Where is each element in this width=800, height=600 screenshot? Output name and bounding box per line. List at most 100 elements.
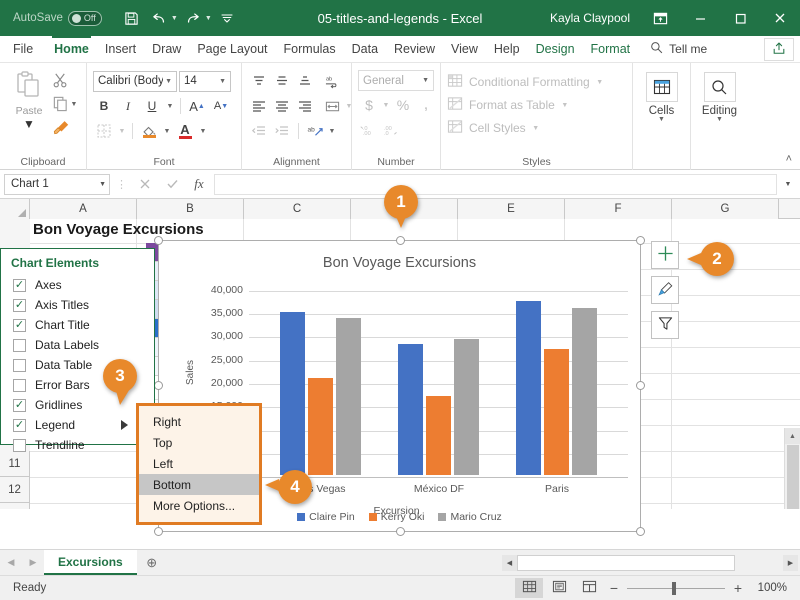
tab-draw[interactable]: Draw xyxy=(144,36,189,62)
orientation-icon[interactable]: ab xyxy=(304,121,326,142)
column-header-g[interactable]: G xyxy=(672,199,779,219)
italic-button[interactable]: I xyxy=(117,96,139,117)
cell-styles-button[interactable]: Cell Styles ▼ xyxy=(447,117,605,139)
scroll-left-icon[interactable]: ◀ xyxy=(502,554,517,571)
tab-format[interactable]: Format xyxy=(583,36,639,62)
chart-styles-button[interactable] xyxy=(651,276,679,304)
decrease-indent-icon[interactable] xyxy=(248,121,270,142)
zoom-slider-knob[interactable] xyxy=(672,581,676,595)
undo-dropdown-icon[interactable]: ▼ xyxy=(171,15,178,22)
accounting-format-button[interactable]: $ xyxy=(358,95,380,116)
bar-mario-cruz-paris[interactable] xyxy=(572,308,597,475)
legend-item-claire-pin[interactable]: Claire Pin xyxy=(297,511,355,523)
chart-element-axis-titles[interactable]: ✓ Axis Titles xyxy=(1,295,154,315)
row-header-12[interactable]: 12 xyxy=(0,477,30,503)
align-top-icon[interactable] xyxy=(248,71,270,92)
formula-input[interactable] xyxy=(214,173,777,195)
tab-design[interactable]: Design xyxy=(528,36,583,62)
underline-dropdown-icon[interactable]: ▼ xyxy=(165,103,175,110)
column-header-c[interactable]: C xyxy=(244,199,351,219)
chart-elements-button[interactable] xyxy=(651,241,679,269)
resize-handle-top-right[interactable] xyxy=(636,236,645,245)
autosave-control[interactable]: AutoSave Off xyxy=(13,10,102,26)
merge-and-center-icon[interactable] xyxy=(321,96,343,117)
copy-button[interactable]: ▼ xyxy=(52,94,79,115)
horizontal-scroll-thumb[interactable] xyxy=(517,554,735,571)
fill-color-icon[interactable] xyxy=(138,121,160,142)
font-size-combo[interactable]: 14 ▼ xyxy=(179,70,231,92)
legend-item-mario-cruz[interactable]: Mario Cruz xyxy=(438,511,502,523)
share-button[interactable] xyxy=(764,37,794,61)
underline-button[interactable]: U xyxy=(141,96,163,117)
chart-elements-panel[interactable]: Chart Elements ✓ Axes ✓ Axis Titles ✓ Ch… xyxy=(0,248,155,452)
bar-claire-pin-mexico-df[interactable] xyxy=(398,343,423,475)
conditional-formatting-button[interactable]: Conditional Formatting ▼ xyxy=(447,71,605,93)
chart-element-axes[interactable]: ✓ Axes xyxy=(1,275,154,295)
cancel-icon[interactable] xyxy=(133,174,157,195)
align-center-icon[interactable] xyxy=(271,96,293,117)
previous-sheet-icon[interactable]: ◀ xyxy=(0,550,22,575)
checkbox-data-labels[interactable] xyxy=(13,338,26,352)
tab-review[interactable]: Review xyxy=(386,36,443,62)
align-left-icon[interactable] xyxy=(248,96,270,117)
checkbox-trendline[interactable] xyxy=(13,438,26,452)
undo-icon[interactable] xyxy=(147,6,171,30)
align-bottom-icon[interactable] xyxy=(294,71,316,92)
cell-a1[interactable]: Bon Voyage Excursions xyxy=(33,221,204,238)
restore-icon[interactable] xyxy=(720,0,760,36)
chevron-down-icon[interactable]: ▼ xyxy=(531,125,541,132)
chart-element-trendline[interactable]: Trendline xyxy=(1,435,154,455)
chart-element-data-labels[interactable]: Data Labels xyxy=(1,335,154,355)
cells-button[interactable]: Cells ▼ xyxy=(639,67,684,154)
page-layout-view-button[interactable] xyxy=(545,578,573,598)
bar-mario-cruz-las-vegas[interactable] xyxy=(336,317,361,475)
legend-more-options[interactable]: More Options... xyxy=(139,495,259,516)
horizontal-scroll-track[interactable] xyxy=(517,554,783,571)
chart-title[interactable]: Bon Voyage Excursions xyxy=(159,255,640,271)
minimize-icon[interactable] xyxy=(680,0,720,36)
zoom-level-label[interactable]: 100% xyxy=(749,582,787,594)
column-header-a[interactable]: A xyxy=(30,199,137,219)
autosave-toggle[interactable]: Off xyxy=(67,10,102,26)
tab-home[interactable]: Home xyxy=(46,35,97,62)
save-icon[interactable] xyxy=(120,6,144,30)
column-header-e[interactable]: E xyxy=(458,199,565,219)
checkbox-gridlines[interactable]: ✓ xyxy=(13,398,26,412)
tab-data[interactable]: Data xyxy=(344,36,386,62)
expand-formula-bar-icon[interactable]: ▼ xyxy=(780,174,796,195)
bar-claire-pin-paris[interactable] xyxy=(516,300,541,475)
checkbox-axis-titles[interactable]: ✓ xyxy=(13,298,26,312)
align-right-icon[interactable] xyxy=(294,96,316,117)
insert-function-icon[interactable]: fx xyxy=(187,174,211,195)
tell-me-box[interactable]: Tell me xyxy=(650,36,707,62)
checkbox-error-bars[interactable] xyxy=(13,378,26,392)
align-middle-icon[interactable] xyxy=(271,71,293,92)
format-painter-button[interactable] xyxy=(52,117,79,138)
tab-page-layout[interactable]: Page Layout xyxy=(189,36,275,62)
copy-dropdown-icon[interactable]: ▼ xyxy=(69,101,79,108)
grow-font-button[interactable]: A ▲ xyxy=(186,96,208,117)
legend-position-top[interactable]: Top xyxy=(139,433,259,454)
chart-element-gridlines[interactable]: ✓ Gridlines xyxy=(1,395,154,415)
borders-icon[interactable] xyxy=(93,121,115,142)
legend-item-kerry-oki[interactable]: Kerry Oki xyxy=(368,511,424,523)
chart-element-legend[interactable]: ✓ Legend xyxy=(1,415,154,435)
tab-insert[interactable]: Insert xyxy=(97,36,144,62)
paste-button[interactable]: Paste ▼ xyxy=(6,67,52,154)
zoom-slider[interactable] xyxy=(627,581,725,595)
number-format-combo[interactable]: General ▼ xyxy=(358,70,434,91)
increase-indent-icon[interactable] xyxy=(271,121,293,142)
chart-element-chart-title[interactable]: ✓ Chart Title xyxy=(1,315,154,335)
vertical-scrollbar[interactable]: ▲ xyxy=(784,428,800,509)
tab-file[interactable]: File xyxy=(0,36,46,62)
format-as-table-button[interactable]: Format as Table ▼ xyxy=(447,94,605,116)
scroll-up-icon[interactable]: ▲ xyxy=(784,428,800,444)
bar-kerry-oki-las-vegas[interactable] xyxy=(308,377,333,475)
fill-color-dropdown-icon[interactable]: ▼ xyxy=(162,128,172,135)
checkbox-chart-title[interactable]: ✓ xyxy=(13,318,26,332)
cells-dropdown-icon[interactable]: ▼ xyxy=(658,116,665,123)
comma-format-button[interactable]: , xyxy=(415,95,437,116)
legend-position-bottom[interactable]: Bottom xyxy=(139,474,259,496)
resize-handle-middle-right[interactable] xyxy=(636,381,645,390)
ribbon-display-options-icon[interactable] xyxy=(640,0,680,36)
